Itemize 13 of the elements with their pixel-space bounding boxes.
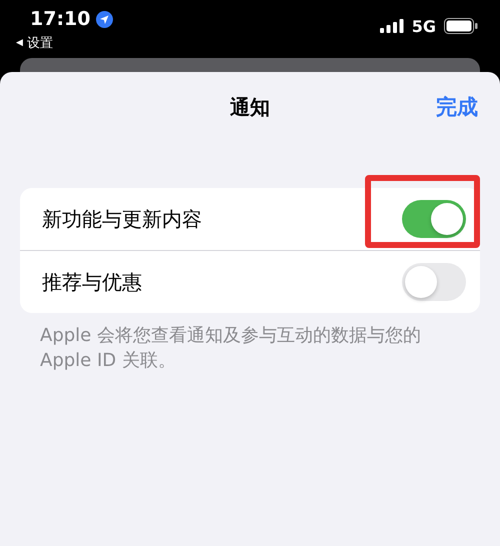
setting-label: 新功能与更新内容 — [42, 206, 202, 232]
footer-note: Apple 会将您查看通知及参与互动的数据与您的 Apple ID 关联。 — [39, 324, 422, 374]
setting-label: 推荐与优惠 — [42, 268, 142, 296]
back-link[interactable]: 设置 — [26, 34, 53, 52]
toggle-switch[interactable] — [402, 263, 466, 301]
toggle-switch[interactable] — [402, 200, 466, 238]
clock-time: 17:10 — [30, 8, 90, 30]
signal-icon — [380, 19, 404, 33]
sheet-title: 通知 — [230, 94, 270, 120]
back-glyph[interactable]: ◀ — [16, 38, 23, 48]
battery-icon — [444, 18, 478, 34]
done-button[interactable]: 完成 — [436, 93, 478, 121]
network-label: 5G — [412, 16, 436, 36]
